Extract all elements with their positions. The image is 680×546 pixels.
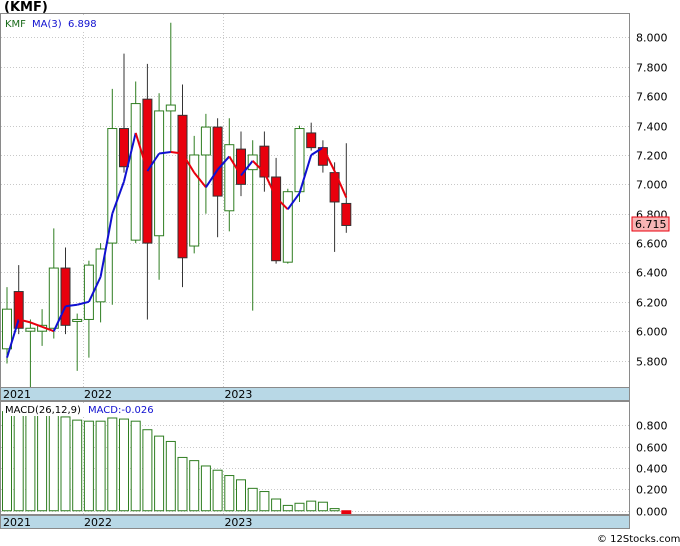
macd-bar <box>165 440 176 512</box>
macd-bar <box>189 460 200 512</box>
price-y-tick-label: 7.000 <box>636 179 668 192</box>
macd-y-tick-label: 0.000 <box>636 506 668 519</box>
macd-bar <box>25 407 36 512</box>
price-y-tick-label: 6.000 <box>636 326 668 339</box>
macd-bar <box>317 501 328 512</box>
candle-body-up <box>2 308 12 350</box>
macd-bar <box>224 475 235 512</box>
price-y-tick-label: 6.600 <box>636 238 668 251</box>
candle-body-up <box>72 318 83 322</box>
candle-body-down <box>236 148 246 185</box>
credit-text: © 12Stocks.com <box>597 534 680 545</box>
price-y-tick-label: 5.800 <box>636 356 668 369</box>
x-tick-label: 2021 <box>3 388 31 401</box>
candle-body-up <box>154 110 165 237</box>
last-price-tag: 6.715 <box>631 216 670 232</box>
macd-bar <box>13 408 24 512</box>
candle-body-up <box>282 191 293 263</box>
price-y-tick-label: 7.600 <box>636 91 668 104</box>
macd-bar <box>2 411 12 512</box>
macd-bar <box>294 502 305 512</box>
last-price-label: 6.715 <box>635 218 667 231</box>
macd-bar <box>48 410 59 512</box>
macd-legend-value: MACD:-0.026 <box>88 405 154 416</box>
macd-bar <box>306 500 317 512</box>
macd-bar <box>142 429 153 512</box>
macd-bar <box>95 420 106 512</box>
macd-bar <box>212 469 223 512</box>
stock-chart-canvas: (KMF) 5.8006.0006.2006.4006.6006.8007.00… <box>0 0 680 546</box>
price-y-tick-label: 8.000 <box>636 32 668 45</box>
candle-body-down <box>177 114 188 259</box>
ticker-label: (KMF) <box>4 0 48 15</box>
candle-body-up <box>25 327 36 332</box>
candle-body-up <box>165 104 176 112</box>
macd-legend: MACD(26,12,9) MACD:-0.026 <box>3 403 155 416</box>
candle-body-down <box>341 202 352 226</box>
macd-bar <box>154 435 165 512</box>
candle <box>130 81 141 244</box>
macd-bar <box>236 479 246 512</box>
price-y-tick-label: 7.800 <box>636 62 668 75</box>
candle-body-up <box>48 267 59 329</box>
x-tick-label: 2023 <box>224 516 252 529</box>
macd-bar <box>247 487 258 512</box>
macd-bar <box>130 420 141 512</box>
macd-panel-frame <box>0 401 630 515</box>
x-tick-label: 2021 <box>3 516 31 529</box>
macd-bar <box>341 510 352 515</box>
macd-legend-label: MACD(26,12,9) <box>5 405 81 416</box>
candle-body-down <box>212 126 223 197</box>
macd-bar <box>259 491 270 512</box>
macd-y-tick-label: 0.400 <box>636 463 668 476</box>
candle-body-down <box>60 267 71 326</box>
price-y-tick-label: 6.200 <box>636 297 668 310</box>
macd-bar <box>271 498 282 512</box>
x-tick-label: 2022 <box>84 388 112 401</box>
candle <box>177 84 188 288</box>
macd-y-tick-label: 0.600 <box>636 442 668 455</box>
macd-bar <box>200 465 211 512</box>
price-y-tick-label: 6.400 <box>636 267 668 280</box>
macd-bar <box>60 416 71 512</box>
candle-body-up <box>130 103 141 241</box>
candle-body-up <box>224 144 235 212</box>
macd-bar <box>37 407 48 512</box>
candle-body-down <box>119 128 129 168</box>
legend-symbol: KMF <box>5 19 26 30</box>
macd-bar <box>329 508 340 512</box>
price-y-tick-label: 7.200 <box>636 150 668 163</box>
macd-y-tick-label: 0.200 <box>636 484 668 497</box>
candle-body-up <box>83 264 94 320</box>
price-legend: KMF MA(3) 6.898 <box>3 16 107 30</box>
candle-body-down <box>306 132 317 149</box>
macd-bar <box>83 420 94 512</box>
macd-bar <box>72 419 83 512</box>
macd-bar <box>177 456 188 512</box>
macd-bar <box>282 504 293 512</box>
legend-ma-label: MA(3) <box>32 19 62 30</box>
candle <box>282 188 293 264</box>
legend-ma-value: 6.898 <box>68 19 97 30</box>
x-tick-label: 2023 <box>224 388 252 401</box>
macd-bar <box>119 418 129 512</box>
candle-body-up <box>200 126 211 156</box>
x-tick-label: 2022 <box>84 516 112 529</box>
price-y-tick-label: 7.400 <box>636 121 668 134</box>
macd-bar <box>107 417 118 512</box>
macd-y-tick-label: 0.800 <box>636 420 668 433</box>
